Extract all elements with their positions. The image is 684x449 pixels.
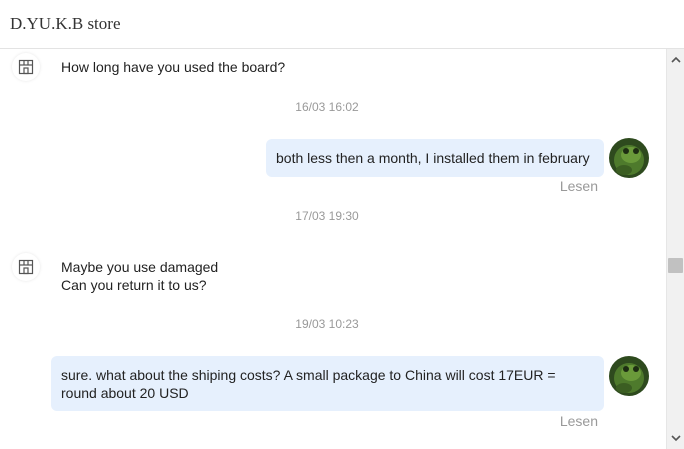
store-icon bbox=[12, 253, 40, 281]
frog-avatar-icon bbox=[609, 138, 649, 178]
store-icon bbox=[12, 53, 40, 81]
message-line: both less then a month, I installed them… bbox=[276, 150, 590, 166]
incoming-message: How long have you used the board? bbox=[61, 58, 285, 76]
timestamp: 19/03 10:23 bbox=[295, 317, 359, 331]
incoming-message: Maybe you use damaged Can you return it … bbox=[61, 258, 218, 294]
user-avatar bbox=[609, 138, 649, 178]
read-status: Lesen bbox=[559, 178, 598, 194]
vertical-scrollbar[interactable] bbox=[666, 49, 684, 449]
message-line: sure. what about the shiping costs? A sm… bbox=[61, 367, 556, 383]
message-line: Can you return it to us? bbox=[61, 277, 207, 293]
message-line: How long have you used the board? bbox=[61, 59, 286, 75]
chat-header: D.YU.K.B store bbox=[0, 0, 684, 49]
message-list[interactable]: How long have you used the board? 16/03 … bbox=[0, 49, 666, 449]
timestamp: 17/03 19:30 bbox=[295, 209, 359, 223]
outgoing-message: sure. what about the shiping costs? A sm… bbox=[51, 356, 604, 411]
scrollbar-thumb[interactable] bbox=[668, 258, 683, 273]
outgoing-message: both less then a month, I installed them… bbox=[266, 139, 604, 177]
store-name: D.YU.K.B store bbox=[10, 14, 121, 33]
message-line: Maybe you use damaged bbox=[61, 259, 219, 275]
message-line: round about 20 USD bbox=[61, 385, 189, 401]
chevron-down-icon[interactable] bbox=[667, 430, 684, 446]
user-avatar bbox=[609, 356, 649, 396]
frog-avatar-icon bbox=[609, 356, 649, 396]
chevron-up-icon[interactable] bbox=[667, 51, 684, 67]
read-status: Lesen bbox=[559, 413, 598, 429]
timestamp: 16/03 16:02 bbox=[295, 100, 359, 114]
